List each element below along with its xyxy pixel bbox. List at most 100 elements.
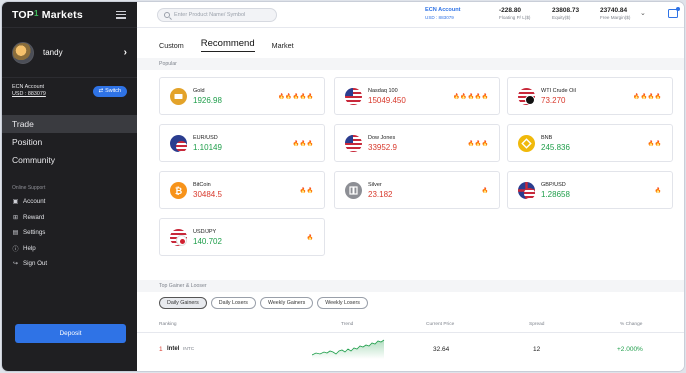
app-window: TOP1 Markets tandy › ECN Account USD : 8… <box>2 2 684 371</box>
product-price: 33952.9 <box>368 143 397 152</box>
row-spread: 12 <box>533 346 541 353</box>
search-box[interactable] <box>157 7 277 22</box>
notification-icon[interactable] <box>668 7 680 18</box>
product-card-usdjpy[interactable]: USD/JPY 140.702 🔥 <box>159 218 325 256</box>
avatar <box>12 41 34 64</box>
silver-icon <box>345 182 362 199</box>
support-item-account[interactable]: ▣ Account <box>2 194 137 210</box>
product-card-wti[interactable]: WTI Crude Oil 73.270 🔥🔥🔥🔥 <box>507 77 673 115</box>
table-divider <box>137 332 684 333</box>
tab-recommend[interactable]: Recommend <box>200 38 255 52</box>
heat-icon: 🔥🔥🔥 <box>467 141 489 147</box>
heat-icon: 🔥🔥 <box>647 141 662 147</box>
heat-icon: 🔥 <box>481 188 489 194</box>
support-item-label: Sign Out <box>23 260 48 268</box>
search-input[interactable] <box>174 11 274 18</box>
deposit-button[interactable]: Deposit <box>15 324 126 343</box>
floating-pl-label: Floating P/ L($) <box>499 15 531 20</box>
header-price: Current Price <box>426 322 455 327</box>
market-tabs: Custom Recommend Market <box>159 38 294 52</box>
tab-custom[interactable]: Custom <box>159 41 184 52</box>
help-icon: ⓘ <box>12 246 19 253</box>
chip-weekly-gainers[interactable]: Weekly Gainers <box>259 297 314 309</box>
gift-icon: ⊞ <box>12 214 19 221</box>
product-name: Gold <box>193 88 205 94</box>
support-item-reward[interactable]: ⊞ Reward <box>2 210 137 226</box>
heat-icon: 🔥 <box>306 235 314 241</box>
ecn-account-switcher[interactable]: ECN Account USD : 883079 <box>425 7 461 21</box>
nav-item-trade[interactable]: Trade <box>2 115 137 133</box>
product-card-gbpusd[interactable]: GBP/USD 1.28658 🔥 <box>507 171 673 209</box>
support-item-settings[interactable]: ▤ Settings <box>2 225 137 241</box>
support-title: Online Support <box>12 185 46 191</box>
support-item-label: Reward <box>23 213 45 221</box>
product-card-gold[interactable]: Gold 1926.98 🔥🔥🔥🔥🔥 <box>159 77 325 115</box>
logo-suffix: Markets <box>38 8 83 21</box>
support-item-help[interactable]: ⓘ Help <box>2 241 137 257</box>
product-card-bnb[interactable]: BNB 245.836 🔥🔥 <box>507 124 673 162</box>
user-profile[interactable]: tandy › <box>2 28 137 78</box>
product-card-nasdaq[interactable]: Nasdaq 100 15049.450 🔥🔥🔥🔥🔥 <box>334 77 500 115</box>
switch-account-button[interactable]: ⇄ Switch <box>92 85 127 97</box>
chevron-down-icon[interactable]: ⌄ <box>640 9 646 17</box>
product-price: 30484.5 <box>193 190 222 199</box>
row-name: Intel <box>167 346 180 352</box>
popular-section-title: Popular <box>137 58 684 70</box>
product-price: 1926.98 <box>193 96 222 105</box>
heat-icon: 🔥🔥🔥 <box>292 141 314 147</box>
product-card-eurusd[interactable]: EUR/USD 1.10149 🔥🔥🔥 <box>159 124 325 162</box>
row-price: 32.64 <box>433 346 450 353</box>
menu-icon[interactable] <box>116 10 126 19</box>
oil-icon <box>518 88 535 105</box>
settings-icon: ▤ <box>12 230 19 237</box>
product-price: 140.702 <box>193 237 222 246</box>
product-price: 245.836 <box>541 143 570 152</box>
header-spread: Spread <box>529 322 545 327</box>
trend-sparkline <box>312 339 385 359</box>
floating-pl: -228.80 Floating P/ L($) <box>499 7 530 21</box>
product-price: 1.10149 <box>193 143 222 152</box>
switch-label: Switch <box>105 88 121 94</box>
eur-usd-flag-icon <box>170 135 187 152</box>
nav-item-position[interactable]: Position <box>2 133 137 151</box>
chip-daily-gainers[interactable]: Daily Gainers <box>159 297 207 309</box>
gbp-usd-flag-icon <box>518 182 535 199</box>
product-card-bitcoin[interactable]: ₿ BitCoin 30484.5 🔥🔥 <box>159 171 325 209</box>
chip-daily-losers[interactable]: Daily Losers <box>210 297 256 309</box>
header-trend: Trend <box>341 322 354 327</box>
app-logo[interactable]: TOP1 Markets <box>12 9 83 21</box>
tab-market[interactable]: Market <box>272 41 294 52</box>
main-content: ECN Account USD : 883079 -228.80 Floatin… <box>137 2 684 371</box>
username: tandy <box>43 48 63 57</box>
bnb-icon <box>518 135 535 152</box>
product-name: GBP/USD <box>541 182 566 188</box>
product-name: BNB <box>541 135 553 141</box>
floating-pl-value: -228.80 <box>499 7 522 14</box>
support-item-label: Account <box>23 198 46 206</box>
ecn-title: ECN Account <box>425 7 461 13</box>
account-number[interactable]: USD : 883079 <box>12 91 46 98</box>
product-name: EUR/USD <box>193 135 218 141</box>
product-name: BitCoin <box>193 182 211 188</box>
header-change: % Change <box>620 322 643 327</box>
chip-weekly-losers[interactable]: Weekly Losers <box>317 297 368 309</box>
usd-jpy-flag-icon <box>170 229 187 246</box>
bitcoin-icon: ₿ <box>170 182 187 199</box>
product-card-dowjones[interactable]: Dow Jones 33952.9 🔥🔥🔥 <box>334 124 500 162</box>
gainers-section-title: Top Gainer & Looser <box>137 280 684 292</box>
logo-prefix: TOP <box>12 8 34 21</box>
heat-icon: 🔥 <box>654 188 662 194</box>
header-ranking: Ranking <box>159 322 177 327</box>
support-item-signout[interactable]: ↪ Sign Out <box>2 256 137 272</box>
product-price: 15049.450 <box>368 96 406 105</box>
signout-icon: ↪ <box>12 261 19 268</box>
free-margin: 23740.84 Free Margin($) <box>600 7 630 21</box>
nav-item-community[interactable]: Community <box>2 151 137 169</box>
product-name: Silver <box>368 182 382 188</box>
product-name: Nasdaq 100 <box>368 88 398 94</box>
account-info: ECN Account USD : 883079 <box>12 84 46 98</box>
us-flag-icon <box>345 135 362 152</box>
heat-icon: 🔥🔥🔥🔥 <box>633 94 662 100</box>
product-card-silver[interactable]: Silver 23.182 🔥 <box>334 171 500 209</box>
equity-label: Equity($) <box>552 15 571 20</box>
